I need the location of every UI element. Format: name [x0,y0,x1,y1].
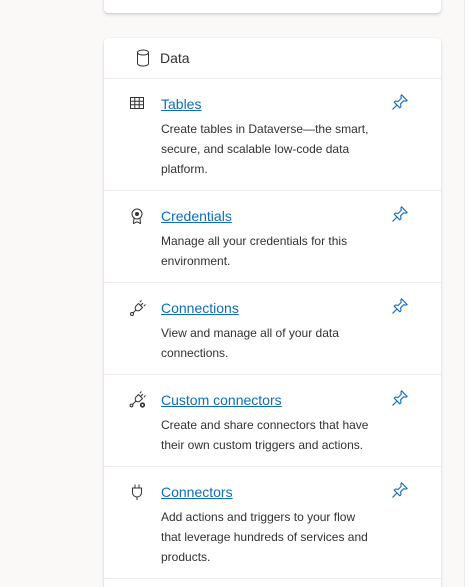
connectors-description: Add actions and triggers to your flow th… [161,510,368,564]
pin-icon[interactable] [391,297,409,315]
pin-icon[interactable] [391,93,409,111]
ribbon-badge-icon [129,207,147,225]
connections-link[interactable]: Connections [161,299,239,317]
section-title: Data [160,50,190,66]
credentials-description: Manage all your credentials for this env… [161,234,348,268]
pin-icon[interactable] [391,481,409,499]
credentials-link[interactable]: Credentials [161,207,232,225]
plug-icon [129,483,147,501]
pin-icon[interactable] [391,205,409,223]
plug-settings-icon [129,391,147,409]
list-item-credentials: Credentials Manage all your credentials … [104,191,441,283]
section-header: Data [104,38,441,79]
previous-card [104,0,441,13]
plug-connection-icon [129,299,147,317]
database-icon [136,49,152,67]
tables-description: Create tables in Dataverse—the smart, se… [161,122,369,176]
adjacent-card-edge [464,0,470,587]
page: Data Tables Create tables in Dataverse—t… [0,0,470,587]
list-item-custom-connectors: Custom connectors Create and share conne… [104,375,441,467]
list-item-connections: Connections View and manage all of your … [104,283,441,375]
tables-link[interactable]: Tables [161,95,201,113]
connectors-link[interactable]: Connectors [161,483,233,501]
data-section-card: Data Tables Create tables in Dataverse—t… [104,38,441,587]
connections-description: View and manage all of your data connect… [161,326,339,360]
custom-connectors-link[interactable]: Custom connectors [161,391,282,409]
list-item-connectors: Connectors Add actions and triggers to y… [104,467,441,579]
table-grid-icon [129,95,147,113]
list-item-tables: Tables Create tables in Dataverse—the sm… [104,79,441,191]
custom-connectors-description: Create and share connectors that have th… [161,418,369,452]
pin-icon[interactable] [391,389,409,407]
